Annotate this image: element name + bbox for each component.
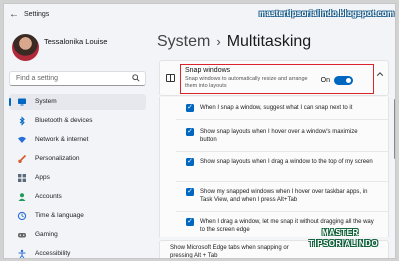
sidebar-item-label: Time & language bbox=[35, 212, 84, 219]
snap-windows-card[interactable]: Snap windows Snap windows to automatical… bbox=[159, 60, 389, 96]
option-label: Show my snapped windows when I hover ove… bbox=[200, 189, 368, 203]
watermark-logo: MASTER TIPSORIALINDO bbox=[309, 226, 389, 256]
sidebar-item-label: Personalization bbox=[35, 155, 80, 162]
accessibility-icon bbox=[17, 249, 27, 258]
sidebar-item-network[interactable]: Network & internet bbox=[9, 132, 146, 148]
breadcrumb-current: Multitasking bbox=[226, 33, 312, 50]
sidebar-item-label: Bluetooth & devices bbox=[35, 117, 93, 124]
apps-icon bbox=[17, 173, 27, 183]
checkbox[interactable]: ✓ bbox=[186, 104, 194, 112]
breadcrumb-separator: › bbox=[216, 34, 221, 49]
settings-window: ← Settings mastertipsorialindo.blogspot.… bbox=[3, 3, 396, 259]
search-input[interactable]: Find a setting bbox=[16, 75, 58, 82]
sidebar-item-accessibility[interactable]: Accessibility bbox=[9, 246, 146, 258]
chevron-up-icon[interactable] bbox=[376, 70, 384, 80]
wifi-icon bbox=[17, 135, 27, 145]
snap-layout-icon bbox=[166, 74, 175, 82]
divider bbox=[176, 151, 388, 152]
breadcrumb-parent[interactable]: System bbox=[157, 33, 210, 50]
logo-line-2: TIPSORIALINDO bbox=[309, 239, 379, 248]
monitor-icon bbox=[17, 97, 27, 107]
snap-options-list: ✓ When I snap a window, suggest what I c… bbox=[159, 97, 389, 237]
logo-line-1: MASTER bbox=[322, 228, 359, 237]
sidebar-item-label: Accounts bbox=[35, 193, 62, 200]
highlight-box: Snap windows Snap windows to automatical… bbox=[180, 64, 374, 94]
checkbox[interactable]: ✓ bbox=[186, 218, 194, 226]
option-label: When I snap a window, suggest what I can… bbox=[200, 105, 353, 111]
sidebar-item-gaming[interactable]: Gaming bbox=[9, 227, 146, 243]
avatar[interactable] bbox=[12, 34, 39, 61]
active-indicator bbox=[9, 98, 11, 106]
gamepad-icon bbox=[17, 230, 27, 240]
brush-icon bbox=[17, 154, 27, 164]
sidebar-item-label: Network & internet bbox=[35, 136, 89, 143]
bluetooth-icon bbox=[17, 116, 27, 126]
watermark: mastertipsorialindo.blogspot.com bbox=[259, 9, 395, 18]
snap-title: Snap windows bbox=[185, 67, 231, 74]
search-box[interactable]: Find a setting bbox=[9, 71, 146, 86]
option-label: Show snap layouts when I drag a window t… bbox=[200, 159, 373, 165]
sidebar-item-personalization[interactable]: Personalization bbox=[9, 151, 146, 167]
checkbox[interactable]: ✓ bbox=[186, 128, 194, 136]
sidebar-item-accounts[interactable]: Accounts bbox=[9, 189, 146, 205]
sidebar-item-label: System bbox=[35, 98, 57, 105]
sidebar-item-label: Accessibility bbox=[35, 250, 71, 257]
snap-toggle[interactable] bbox=[334, 76, 353, 85]
search-icon[interactable] bbox=[132, 74, 140, 84]
option-label: Show snap layouts when I hover over a wi… bbox=[200, 129, 358, 143]
divider bbox=[176, 181, 388, 182]
back-arrow-icon[interactable]: ← bbox=[9, 9, 19, 20]
checkbox[interactable]: ✓ bbox=[186, 158, 194, 166]
toggle-state-label: On bbox=[320, 77, 330, 84]
divider bbox=[176, 119, 388, 120]
divider bbox=[176, 211, 388, 212]
scrollbar[interactable] bbox=[394, 99, 395, 159]
sidebar-item-time-language[interactable]: Time & language bbox=[9, 208, 146, 224]
user-name: Tessalonika Louise bbox=[44, 37, 108, 46]
page-title: System › Multitasking bbox=[157, 33, 311, 51]
sidebar-item-bluetooth[interactable]: Bluetooth & devices bbox=[9, 113, 146, 129]
sidebar: Tessalonika Louise Find a setting System… bbox=[4, 26, 149, 258]
snap-description: Snap windows to automatically resize and… bbox=[185, 76, 308, 89]
sidebar-item-apps[interactable]: Apps bbox=[9, 170, 146, 186]
checkbox[interactable]: ✓ bbox=[186, 188, 194, 196]
titlebar: ← Settings mastertipsorialindo.blogspot.… bbox=[4, 4, 395, 26]
person-icon bbox=[17, 192, 27, 202]
sidebar-item-label: Gaming bbox=[35, 231, 58, 238]
globe-clock-icon bbox=[17, 211, 27, 221]
app-title: Settings bbox=[24, 11, 50, 18]
edge-tabs-label: Show Microsoft Edge tabs when snapping o… bbox=[170, 245, 289, 259]
sidebar-item-label: Apps bbox=[35, 174, 50, 181]
sidebar-item-system[interactable]: System bbox=[9, 94, 146, 110]
